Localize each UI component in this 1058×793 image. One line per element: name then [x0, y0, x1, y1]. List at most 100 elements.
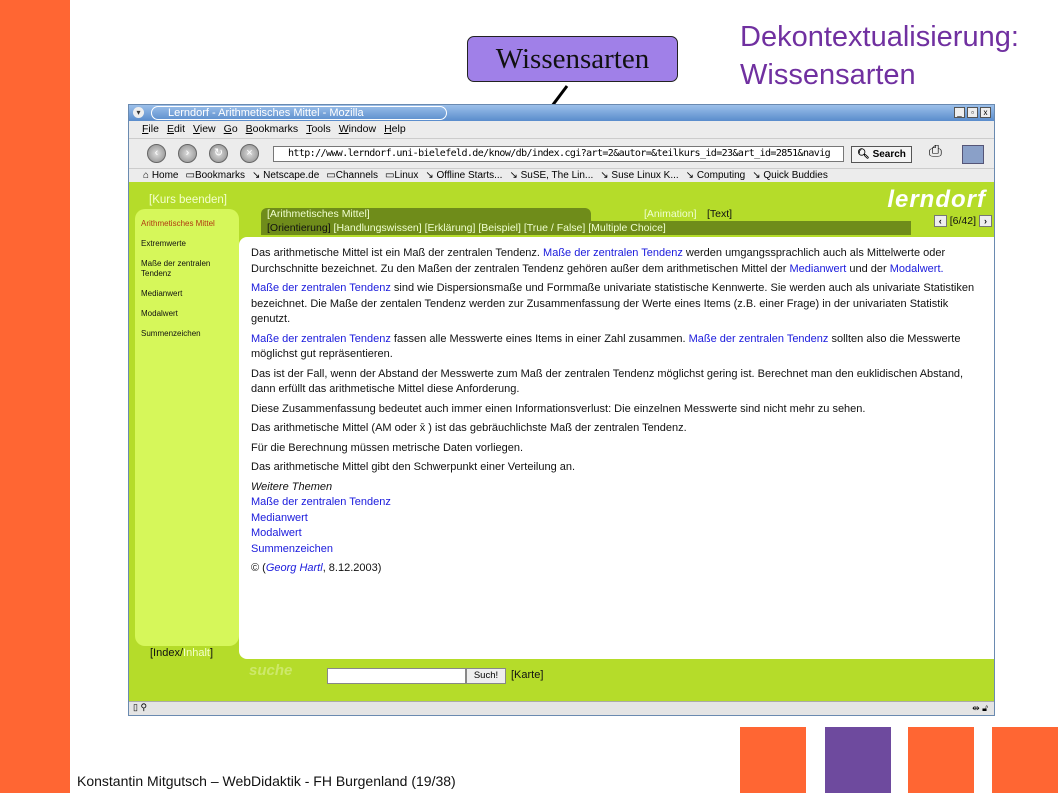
sidebar-item[interactable]: Summenzeichen: [141, 329, 239, 339]
inline-link[interactable]: Maße der zentralen Tendenz: [251, 333, 391, 345]
inline-link[interactable]: Maße der zentralen Tendenz: [543, 247, 683, 259]
text-segment: © (: [251, 562, 266, 574]
sidebar-item[interactable]: Modalwert: [141, 309, 239, 319]
text-segment: fassen alle Messwerte eines Items in ein…: [390, 332, 689, 345]
text-segment: und der: [846, 262, 890, 275]
tab-true-false[interactable]: [True / False]: [524, 222, 585, 234]
close-icon[interactable]: x: [980, 107, 991, 118]
navigation-toolbar: ‹ › ↻ × http://www.lerndorf.uni-bielefel…: [129, 138, 994, 168]
bookmark-item[interactable]: ▭Channels: [326, 169, 378, 182]
sidebar-item[interactable]: Maße der zentralen Tendenz: [141, 259, 239, 279]
tab-beispiel[interactable]: [Beispiel]: [478, 222, 521, 234]
tab-orientierung[interactable]: [Orientierung]: [267, 222, 331, 234]
inline-link[interactable]: Maße der zentralen Tendenz: [689, 333, 829, 345]
paragraph: Das arithmetische Mittel ist ein Maß der…: [251, 246, 982, 277]
inline-link[interactable]: Modalwert.: [890, 263, 944, 275]
sidebar-item[interactable]: Arithmetisches Mittel: [141, 219, 239, 229]
paragraph: Maße der zentralen Tendenz sind wie Disp…: [251, 281, 982, 328]
further-topic-link[interactable]: Maße der zentralen Tendenz: [251, 496, 391, 508]
inline-link[interactable]: Georg Hartl: [266, 562, 323, 574]
url-field[interactable]: http://www.lerndorf.uni-bielefeld.de/kno…: [273, 146, 844, 162]
title-bar: ▾ Lerndorf - Arithmetisches Mittel - Moz…: [129, 105, 994, 121]
reload-icon[interactable]: ↻: [209, 144, 228, 163]
browser-window: ▾ Lerndorf - Arithmetisches Mittel - Moz…: [128, 104, 995, 716]
index-close: ]: [209, 647, 214, 659]
sidebar-item[interactable]: Extremwerte: [141, 239, 239, 249]
topic-tab[interactable]: [Arithmetisches Mittel]: [267, 208, 370, 221]
text-segment: Das arithmetische Mittel ist ein Maß der…: [251, 247, 544, 259]
site-search-input[interactable]: [327, 668, 466, 684]
bookmark-item[interactable]: ↘ Netscape.de: [252, 169, 319, 182]
next-page-icon[interactable]: ›: [979, 215, 992, 227]
decor-square-4: [992, 727, 1058, 793]
bookmark-item[interactable]: ▭Bookmarks: [186, 169, 245, 182]
tab-multiple-choice[interactable]: [Multiple Choice]: [588, 222, 666, 234]
inhalt-label[interactable]: Inhalt: [183, 647, 210, 659]
bookmark-item[interactable]: ↘ Computing: [686, 169, 746, 182]
paragraph: Maße der zentralen Tendenz fassen alle M…: [251, 332, 982, 363]
search-button[interactable]: 🔍︎ Search: [851, 146, 912, 163]
further-topic: Medianwert: [251, 511, 982, 527]
paragraph: Das arithmetische Mittel gibt den Schwer…: [251, 460, 982, 476]
site-search-button[interactable]: Such!: [466, 668, 506, 684]
menu-item-go[interactable]: Go: [224, 121, 238, 138]
search-icon: 🔍︎: [857, 149, 870, 160]
suche-logo: suche: [249, 662, 293, 679]
menu-item-file[interactable]: File: [142, 121, 159, 138]
stop-icon[interactable]: ×: [240, 144, 259, 163]
bookmark-item[interactable]: ↘ SuSE, The Lin...: [509, 169, 593, 182]
decor-square-2: [825, 727, 891, 793]
bookmark-item[interactable]: ⌂ Home: [143, 169, 179, 182]
tab-handlungswissen[interactable]: [Handlungswissen]: [334, 222, 422, 234]
text-segment: Diese Zusammenfassung bedeutet auch imme…: [251, 402, 866, 415]
tab-text[interactable]: [Text]: [707, 208, 732, 221]
text-segment: Das arithmetische Mittel gibt den Schwer…: [251, 461, 576, 473]
index-label[interactable]: [Index/: [150, 647, 183, 659]
menu-item-tools[interactable]: Tools: [306, 121, 331, 138]
pager: ‹ [6/42] ›: [933, 215, 992, 227]
bookmark-item[interactable]: ↘ Suse Linux K...: [600, 169, 678, 182]
tab-erklärung[interactable]: [Erklärung]: [425, 222, 476, 234]
maximize-icon[interactable]: ▫: [967, 107, 978, 118]
menu-item-bookmarks[interactable]: Bookmarks: [246, 121, 299, 138]
menu-item-edit[interactable]: Edit: [167, 121, 185, 138]
bookmark-item[interactable]: ↘ Offline Starts...: [425, 169, 502, 182]
window-title: Lerndorf - Arithmetisches Mittel - Mozil…: [151, 106, 447, 120]
minimize-icon[interactable]: _: [954, 107, 965, 118]
further-topic: Summenzeichen: [251, 542, 982, 558]
decor-square-1: [740, 727, 806, 793]
index-link[interactable]: [Index/Inhalt]: [150, 647, 213, 659]
prev-page-icon[interactable]: ‹: [933, 215, 947, 227]
menu-item-view[interactable]: View: [193, 121, 216, 138]
text-segment: , 8.12.2003): [322, 562, 382, 574]
window-menu-icon[interactable]: ▾: [133, 107, 144, 118]
knowledge-type-tabs: [Orientierung] [Handlungswissen] [Erklär…: [261, 221, 911, 235]
inline-link[interactable]: Medianwert: [789, 263, 846, 275]
sidebar-item[interactable]: Medianwert: [141, 289, 239, 299]
further-topic-link[interactable]: Summenzeichen: [251, 543, 333, 555]
end-course-link[interactable]: [Kurs beenden]: [149, 194, 227, 206]
bookmark-item[interactable]: ▭Linux: [385, 169, 418, 182]
slide-footer: Konstantin Mitgutsch – WebDidaktik - FH …: [77, 773, 456, 789]
menu-item-help[interactable]: Help: [384, 121, 406, 138]
forward-icon[interactable]: ›: [178, 144, 197, 163]
further-topic: Modalwert: [251, 526, 982, 542]
text-segment: Für die Berechnung müssen metrische Date…: [251, 441, 524, 454]
decor-square-3: [908, 727, 974, 793]
menu-item-window[interactable]: Window: [339, 121, 376, 138]
bookmarks-toolbar: ⌂ Home ▭Bookmarks ↘ Netscape.de ▭Channels ▭L…: [129, 168, 994, 182]
bookmark-item[interactable]: ↘ Quick Buddies: [752, 169, 828, 182]
print-icon[interactable]: ⎙: [929, 143, 942, 161]
topic-tab-row: [Arithmetisches Mittel] [Animation] [Tex…: [261, 208, 991, 221]
back-icon[interactable]: ‹: [147, 144, 166, 163]
tab-animation[interactable]: [Animation]: [644, 208, 697, 221]
map-link[interactable]: [Karte]: [511, 669, 543, 681]
page-counter: [6/42]: [949, 215, 976, 227]
further-topic: Maße der zentralen Tendenz: [251, 495, 982, 511]
further-topic-link[interactable]: Medianwert: [251, 512, 308, 524]
inline-link[interactable]: Maße der zentralen Tendenz: [251, 282, 391, 294]
status-bar: ▯ ⚲ ⇹ 🔓︎: [129, 701, 994, 715]
text-segment: Das arithmetische Mittel (AM oder x̄ ) i…: [251, 422, 687, 434]
further-topic-link[interactable]: Modalwert: [251, 527, 302, 539]
paragraph: Das ist der Fall, wenn der Abstand der M…: [251, 367, 982, 398]
